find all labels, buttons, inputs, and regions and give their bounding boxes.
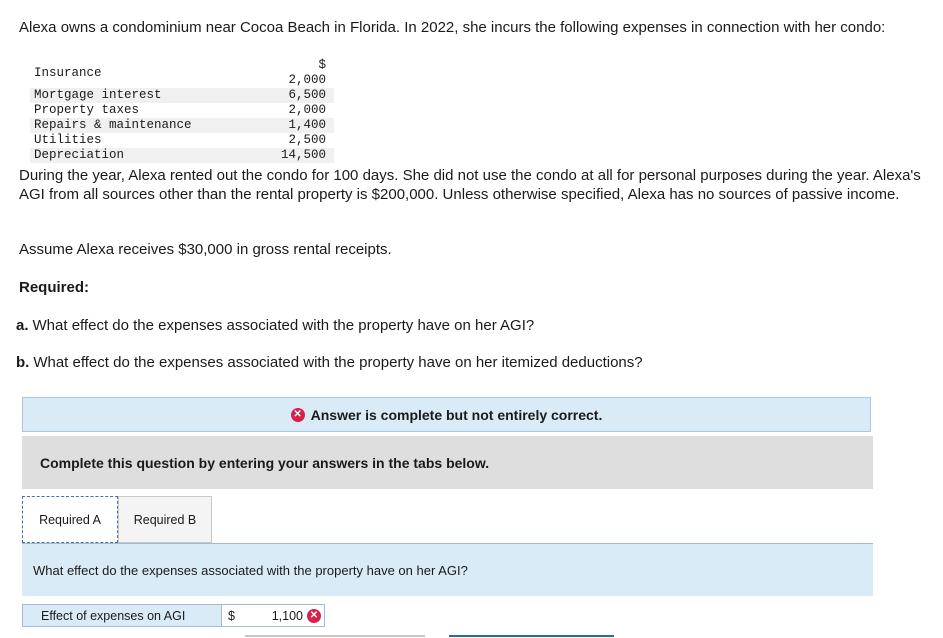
answer-label: Effect of expenses on AGI [22,604,222,627]
expense-table: Insurance $ 2,000 Mortgage interest 6,500 Pr… [30,58,334,163]
question-a-text: What effect do the expenses associated w… [32,317,535,334]
expense-row: Insurance $ 2,000 [30,58,334,88]
tab-required-a[interactable]: Required A [22,496,118,543]
instruction-text: Complete this question by entering your … [40,454,490,471]
expense-amount: 1,400 [270,118,334,133]
question-a: a. What effect do the expenses associated… [16,317,534,334]
expense-amount: 2,000 [288,103,326,117]
expense-label: Depreciation [30,148,270,163]
required-heading: Required: [19,279,90,296]
answer-value[interactable]: 1,100 [250,609,307,623]
tab-bar: Required A Required B [22,496,212,543]
answer-row: Effect of expenses on AGI $ 1,100 ✕ [22,604,325,627]
problem-intro: Alexa owns a condominium near Cocoa Beac… [19,19,886,36]
expense-label: Property taxes [34,103,140,117]
expense-row: Depreciation 14,500 [30,148,334,163]
expense-label: Utilities [34,133,102,147]
assumption-paragraph: Assume Alexa receives $30,000 in gross r… [19,241,392,258]
answer-input-cell[interactable]: $ 1,100 ✕ [222,604,325,627]
incorrect-icon: ✕ [290,407,305,422]
incorrect-mark-icon: ✕ [307,608,321,623]
tab-required-b[interactable]: Required B [118,496,212,543]
expense-label: Mortgage interest [30,88,270,103]
expense-row: Utilities 2,500 [30,133,334,148]
currency-symbol: $ [228,608,235,623]
expense-label: Insurance [34,65,102,80]
expense-row: Repairs & maintenance 1,400 [30,118,334,133]
expense-amount: 14,500 [270,148,334,163]
instruction-bar: Complete this question by entering your … [22,436,873,489]
expense-amount: 2,500 [288,133,326,147]
tab-question-text: What effect do the expenses associated w… [33,562,468,578]
question-b: b. What effect do the expenses associated… [16,354,643,371]
answer-status-text: Answer is complete but not entirely corr… [310,406,603,423]
expense-label: Repairs & maintenance [30,118,270,133]
expense-row: Property taxes 2,000 [30,103,334,118]
question-b-text: What effect do the expenses associated w… [33,354,643,371]
accent-divider [449,635,614,637]
expense-row: Mortgage interest 6,500 [30,88,334,103]
question-a-letter: a. [16,317,29,334]
scenario-paragraph: During the year, Alexa rented out the co… [19,167,921,203]
divider [245,635,425,637]
question-b-letter: b. [16,354,30,371]
answer-status-banner: ✕ Answer is complete but not entirely co… [22,397,871,432]
expense-amount: 6,500 [270,88,334,103]
tab-question-panel: What effect do the expenses associated w… [22,543,873,596]
expense-amount: $ 2,000 [288,58,326,87]
